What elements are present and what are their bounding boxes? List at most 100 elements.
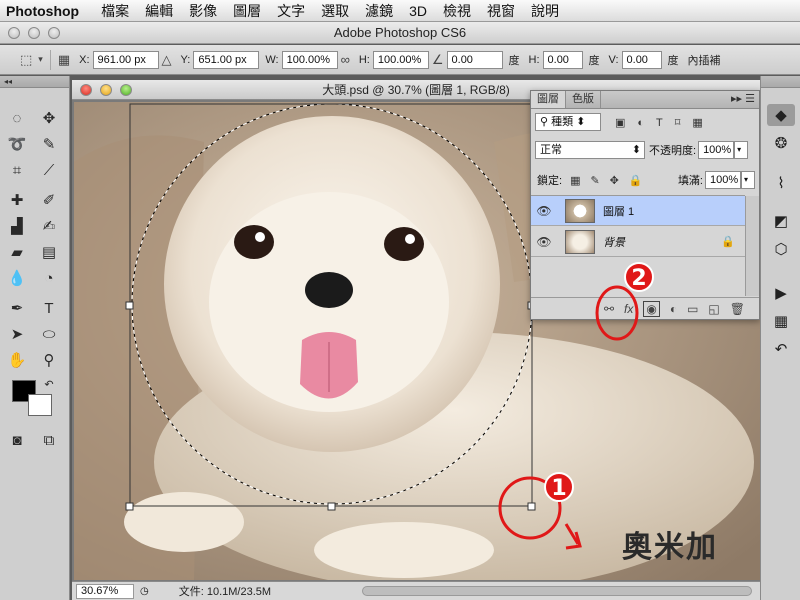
height-field[interactable]: 100.00% [372, 50, 429, 69]
folder-icon[interactable]: ▭ [687, 302, 698, 316]
channels-dock-icon[interactable]: ❂ [767, 132, 795, 154]
visibility-eye-icon[interactable]: 👁 [531, 235, 557, 249]
blur-tool-icon[interactable]: 💧 [6, 268, 28, 288]
clone-stamp-icon[interactable]: ▟ [6, 216, 28, 236]
healing-brush-icon[interactable]: ✚ [6, 190, 28, 210]
tab-layers[interactable]: 圖層 [531, 91, 566, 108]
horizontal-scrollbar[interactable] [362, 586, 752, 596]
document-size-info: 文件: 10.1M/23.5M [178, 586, 272, 598]
filter-icons[interactable]: ▣◐T⌑▦ [615, 116, 715, 129]
history-dock-icon[interactable]: ↶ [767, 338, 795, 360]
actions-dock-icon[interactable]: ▶ [767, 282, 795, 304]
transform-tool-icon[interactable]: ⬚ [20, 52, 32, 68]
quick-selection-icon[interactable]: ✎ [38, 134, 60, 154]
menu-select[interactable]: 選取 [313, 1, 357, 21]
screen-mode-icon[interactable]: ⧉ [38, 430, 60, 450]
close-document-button[interactable] [80, 84, 92, 96]
gradient-tool-icon[interactable]: ▤ [38, 242, 60, 262]
blend-mode-select[interactable]: 正常 ⬍ [535, 141, 645, 159]
lasso-tool-icon[interactable]: ➰ [6, 134, 28, 154]
delta-icon[interactable]: △ [162, 52, 172, 68]
app-title-bar: Adobe Photoshop CS6 [0, 22, 800, 44]
interpolation-label[interactable]: 內插補 [688, 52, 721, 68]
menu-3d[interactable]: 3D [401, 3, 435, 19]
history-brush-icon[interactable]: ✍ [38, 216, 60, 236]
eyedropper-tool-icon[interactable]: ⟋ [38, 160, 60, 180]
zoom-level-field[interactable]: 30.67% [76, 583, 134, 599]
quick-mask-icon[interactable]: ◙ [6, 430, 28, 450]
path-selection-icon[interactable]: ➤ [6, 324, 28, 344]
menu-view[interactable]: 檢視 [435, 1, 479, 21]
close-window-button[interactable] [8, 27, 20, 39]
dodge-tool-icon[interactable]: ◔ [38, 268, 60, 288]
lock-icons[interactable]: ▦✎✥🔒 [570, 174, 653, 187]
menu-image[interactable]: 影像 [181, 1, 225, 21]
y-position-field[interactable]: 651.00 px [193, 50, 260, 69]
adjustments-dock-icon[interactable]: ◩ [767, 210, 795, 232]
filter-kind-select[interactable]: ⚲ 種類 ⬍ [535, 113, 601, 131]
fill-dropdown-icon[interactable]: ▾ [741, 171, 755, 189]
ellipse-shape-icon[interactable]: ⬭ [38, 324, 60, 344]
crop-tool-icon[interactable]: ⌗ [6, 160, 28, 180]
pen-tool-icon[interactable]: ✒ [6, 298, 28, 318]
menu-window[interactable]: 視窗 [479, 1, 523, 21]
tool-preset-chevron-icon[interactable]: ▾ [38, 54, 43, 65]
zoom-tool-icon[interactable]: ⚲ [38, 350, 60, 370]
panel-menu-icon[interactable]: ▸▸ ☰ [731, 91, 759, 108]
hskew-field[interactable]: 0.00 [542, 50, 583, 69]
options-bar: ⬚ ▾ ▦ X: 961.00 px △ Y: 651.00 px W: 100… [0, 45, 800, 75]
trash-icon[interactable]: 🗑 [730, 302, 745, 316]
eraser-tool-icon[interactable]: ▰ [6, 242, 28, 262]
y-label: Y: [180, 53, 191, 66]
tab-channels[interactable]: 色版 [566, 91, 601, 108]
layer-row-background[interactable]: 👁 背景 🔒 [531, 227, 745, 257]
menu-help[interactable]: 說明 [523, 1, 567, 21]
filter-kind-value: 種類 [551, 116, 574, 128]
vskew-field[interactable]: 0.00 [621, 50, 662, 69]
move-tool-icon[interactable]: ✥ [38, 108, 60, 128]
link-icon[interactable]: ⚯ [604, 302, 614, 316]
zoom-document-button[interactable] [120, 84, 132, 96]
3d-dock-icon[interactable]: ⬡ [767, 238, 795, 260]
visibility-eye-icon[interactable]: 👁 [531, 204, 557, 218]
background-color-swatch[interactable] [28, 394, 52, 416]
width-field[interactable]: 100.00% [281, 50, 338, 69]
document-title: 大頭.psd @ 30.7% (圖層 1, RGB/8) [322, 83, 510, 97]
layers-dock-icon[interactable]: ◆ [767, 104, 795, 126]
layers-scrollbar[interactable] [745, 196, 759, 296]
rotation-field[interactable]: 0.00 [446, 50, 503, 69]
paths-dock-icon[interactable]: ⌇ [767, 172, 795, 194]
minimize-document-button[interactable] [100, 84, 112, 96]
tools-panel-header[interactable]: ◂◂ [0, 76, 69, 88]
rotate-angle-icon: ∠ [431, 51, 444, 67]
type-tool-icon[interactable]: T [38, 298, 60, 318]
adjustment-icon[interactable]: ◐ [670, 302, 677, 316]
swap-colors-icon[interactable]: ↶ [38, 374, 60, 394]
menu-edit[interactable]: 編輯 [137, 1, 181, 21]
link-proportions-icon[interactable]: ∞ [341, 52, 350, 67]
menu-layer[interactable]: 圖層 [225, 1, 269, 21]
new-layer-icon[interactable]: ◱ [708, 302, 719, 316]
minimize-window-button[interactable] [28, 27, 40, 39]
fx-icon[interactable]: fx [624, 302, 633, 316]
opacity-field[interactable]: 100% [698, 141, 735, 159]
x-position-field[interactable]: 961.00 px [92, 50, 159, 69]
swatches-dock-icon[interactable]: ▦ [767, 310, 795, 332]
marquee-tool-icon[interactable]: ◌ [6, 108, 28, 128]
hand-tool-icon[interactable]: ✋ [6, 350, 28, 370]
brush-tool-icon[interactable]: ✐ [38, 190, 60, 210]
app-title: Adobe Photoshop CS6 [333, 25, 467, 40]
x-label: X: [79, 53, 90, 66]
zoom-window-button[interactable] [48, 27, 60, 39]
menu-type[interactable]: 文字 [269, 1, 313, 21]
layer-row-selected[interactable]: 👁 圖層 1 [531, 196, 745, 226]
fill-field[interactable]: 100% [705, 171, 741, 189]
menu-file[interactable]: 檔案 [93, 1, 137, 21]
mask-icon[interactable]: ◉ [643, 300, 660, 317]
right-dock-header[interactable] [761, 76, 800, 88]
menu-app-name[interactable]: Photoshop [0, 3, 93, 19]
menu-filter[interactable]: 濾鏡 [357, 1, 401, 21]
reference-point-icon[interactable]: ▦ [58, 52, 70, 68]
status-menu-icon[interactable]: ◷ [140, 586, 149, 597]
opacity-dropdown-icon[interactable]: ▾ [734, 141, 749, 159]
